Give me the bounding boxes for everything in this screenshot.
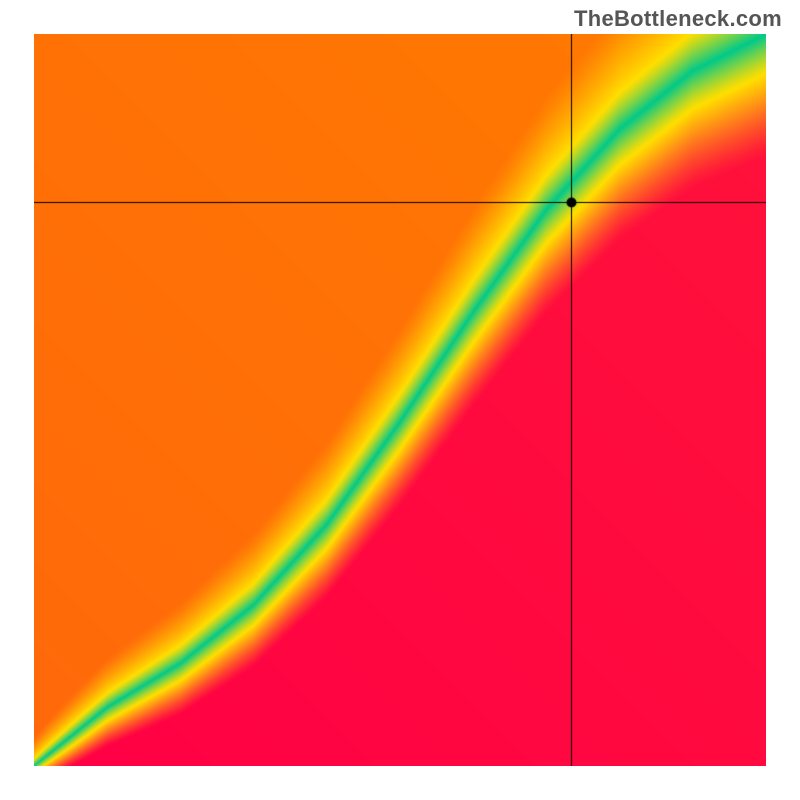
heatmap-canvas [34, 34, 766, 766]
bottleneck-heatmap [34, 34, 766, 766]
watermark-label: TheBottleneck.com [574, 6, 782, 32]
